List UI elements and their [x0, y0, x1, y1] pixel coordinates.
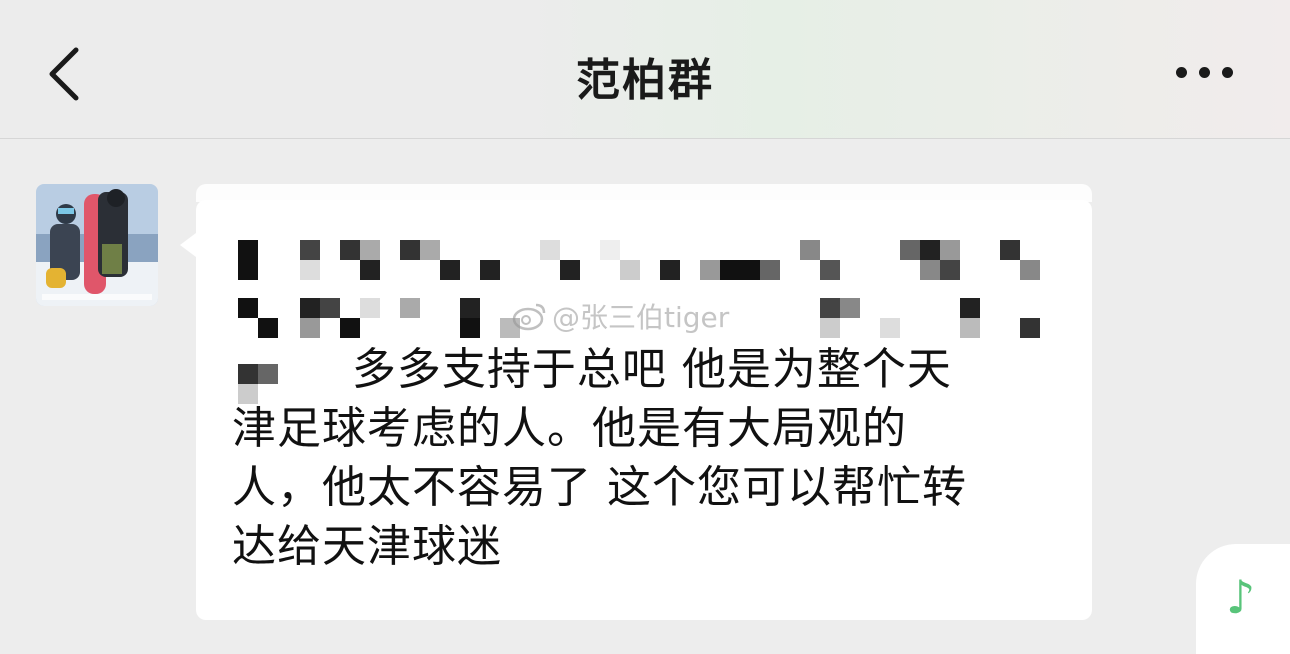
more-button[interactable]	[1172, 56, 1238, 88]
message-line-3: 人，他太不容易了 这个您可以帮忙转	[232, 462, 967, 513]
message-line-2: 津足球考虑的人。他是有大局观的	[232, 403, 907, 454]
chat-title: 范柏群	[576, 55, 714, 106]
bubble-tail	[180, 233, 196, 257]
weibo-icon	[512, 303, 546, 331]
avatar[interactable]	[36, 184, 158, 306]
watermark-text: @张三伯tiger	[552, 301, 730, 334]
message-line-1: 多多支持于总吧 他是为整个天	[232, 344, 952, 395]
watermark: @张三伯tiger	[512, 296, 729, 336]
message-line-4: 达给天津球迷	[232, 521, 502, 572]
music-player-button[interactable]: ♪	[1196, 544, 1290, 654]
mosaic-redaction-row-1	[238, 240, 1048, 280]
more-dots-icon	[1176, 67, 1187, 78]
chat-header: 范柏群	[0, 0, 1290, 139]
music-note-icon: ♪	[1226, 570, 1256, 624]
message-text: 多多支持于总吧 他是为整个天 津足球考虑的人。他是有大局观的 人，他太不容易了 …	[232, 340, 1072, 576]
avatar-image	[36, 184, 158, 306]
